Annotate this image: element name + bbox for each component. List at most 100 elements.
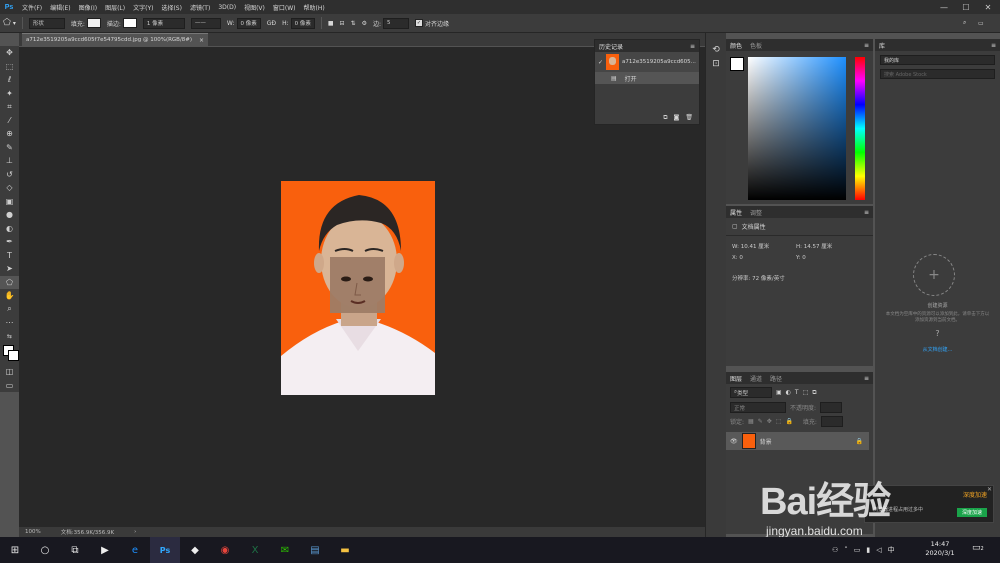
path-alignment-icon[interactable]: ⊟ (340, 20, 345, 27)
menu-file[interactable]: 文件(F) (18, 3, 46, 12)
status-menu-arrow[interactable]: › (134, 529, 136, 535)
link-icon[interactable]: GĐ (267, 20, 276, 27)
menu-layer[interactable]: 图层(L) (101, 3, 129, 12)
zoom-tool-icon[interactable]: ⌕ (0, 303, 19, 317)
menu-3d[interactable]: 3D(D) (214, 4, 240, 11)
foreground-color-swatch[interactable] (730, 57, 744, 71)
clock[interactable]: 14:47 2020/3/1 (918, 540, 962, 558)
panel-menu-icon[interactable]: ≡ (864, 209, 869, 216)
notes-icon[interactable]: ▤ (300, 537, 330, 563)
magic-wand-tool-icon[interactable]: ✦ (0, 87, 19, 101)
history-step[interactable]: ▤ 打开 (595, 72, 699, 84)
dodge-tool-icon[interactable]: ◐ (0, 222, 19, 236)
tool-preset-picker[interactable]: ⬠ ▾ (3, 18, 16, 28)
people-icon[interactable]: ⚇ (832, 546, 838, 554)
lock-position-icon[interactable]: ✥ (767, 418, 772, 425)
maximize-button[interactable]: ☐ (955, 0, 977, 14)
width-input[interactable]: 0 像素 (236, 17, 261, 29)
color-field[interactable] (748, 57, 846, 200)
popup-close-icon[interactable]: ✕ (987, 486, 992, 493)
align-edges-checkbox[interactable]: ✓ (415, 19, 424, 27)
gradient-tool-icon[interactable]: ▣ (0, 195, 19, 209)
menu-image[interactable]: 图像(I) (75, 3, 101, 12)
crop-tool-icon[interactable]: ⌗ (0, 100, 19, 114)
lasso-tool-icon[interactable]: ℓ (0, 73, 19, 87)
notification-center-icon[interactable]: ▭2 (972, 543, 984, 553)
screen-mode-icon[interactable]: ▭ (0, 379, 19, 393)
panel-menu-icon[interactable]: ≡ (864, 42, 869, 49)
trash-icon[interactable]: 🗑 (685, 114, 693, 122)
panel-menu-icon[interactable]: ≡ (864, 375, 869, 382)
more-tools-icon[interactable]: ⋯ (0, 316, 19, 330)
camera-icon[interactable]: ◙ (674, 114, 680, 122)
layer-name[interactable]: 背景 (760, 437, 772, 446)
zoom-level[interactable]: 100% (25, 529, 41, 535)
shape-mode-select[interactable]: 形状 (28, 17, 65, 29)
close-button[interactable]: ✕ (977, 0, 999, 14)
brush-tool-icon[interactable]: ✎ (0, 141, 19, 155)
task-view-icon[interactable]: ⧉ (60, 537, 90, 563)
path-arrangement-icon[interactable]: ⇅ (351, 20, 356, 27)
blend-mode-select[interactable]: 正常 (730, 402, 786, 413)
history-snapshot[interactable]: ✓ a712e3519205a9ccd605... (595, 52, 699, 72)
library-search-input[interactable]: 搜索 Adobe Stock (880, 69, 995, 79)
tab-channels[interactable]: 通道 (750, 374, 762, 383)
search-icon[interactable]: ○ (30, 537, 60, 563)
quick-mask-icon[interactable]: ◫ (0, 365, 19, 379)
tab-adjustments[interactable]: 调整 (750, 208, 762, 217)
height-input[interactable]: 0 像素 (290, 17, 315, 29)
color-swatches[interactable] (0, 343, 19, 365)
stroke-width-input[interactable]: 1 像素 (142, 17, 185, 29)
search-icon[interactable]: ⌕ (963, 19, 966, 27)
tab-layers[interactable]: 图层 (730, 374, 742, 383)
checkbox-icon[interactable]: ✓ (598, 59, 603, 66)
volume-icon[interactable]: ◁ (876, 546, 881, 554)
menu-type[interactable]: 文字(Y) (129, 3, 157, 12)
gear-icon[interactable]: ⚙ (362, 20, 367, 27)
photoshop-taskbar-icon[interactable]: Ps (150, 537, 180, 563)
create-from-document-link[interactable]: 从文档创建... (875, 346, 1000, 353)
hand-tool-icon[interactable]: ✋ (0, 289, 19, 303)
library-select[interactable]: 我的库 (880, 55, 995, 65)
background-color-swatch[interactable] (8, 350, 19, 361)
tab-swatches[interactable]: 色板 (750, 41, 762, 50)
menu-help[interactable]: 帮助(H) (300, 3, 329, 12)
properties-panel-icon[interactable]: ⊡ (706, 59, 726, 69)
menu-window[interactable]: 窗口(W) (269, 3, 300, 12)
menu-view[interactable]: 视图(V) (240, 3, 269, 12)
minimize-button[interactable]: — (933, 0, 955, 14)
excel-icon[interactable]: X (240, 537, 270, 563)
layer-row[interactable]: 👁 背景 🔒 (726, 432, 869, 450)
eyedropper-tool-icon[interactable]: ⁄ (0, 114, 19, 128)
lock-artboard-icon[interactable]: ⬚ (776, 418, 782, 425)
accelerate-button[interactable]: 深度加速 (956, 508, 987, 517)
clone-stamp-tool-icon[interactable]: ⊥ (0, 154, 19, 168)
eye-icon[interactable]: 👁 (730, 438, 738, 445)
edge-icon[interactable]: e (120, 537, 150, 563)
fill-swatch[interactable] (86, 18, 101, 28)
stroke-type-select[interactable]: —— (190, 17, 221, 29)
default-colors-icon[interactable]: ⇆ (0, 330, 19, 344)
w-value[interactable]: 10.41 厘米 (741, 244, 770, 250)
sides-input[interactable]: 5 (383, 17, 410, 29)
document-tab[interactable]: a712e3519205a9ccd605f7e54795cdd.jpg @ 10… (22, 33, 208, 46)
h-value[interactable]: 14.57 厘米 (804, 244, 833, 250)
close-tab-icon[interactable]: × (199, 37, 204, 44)
x-value[interactable]: 0 (739, 255, 743, 261)
filter-smart-icon[interactable]: ⧉ (812, 389, 816, 397)
tab-color[interactable]: 颜色 (730, 41, 742, 50)
stroke-swatch[interactable] (122, 18, 137, 28)
layer-kind-select[interactable]: ⌕ 类型 (730, 387, 772, 398)
type-tool-icon[interactable]: T (0, 249, 19, 263)
file-explorer-icon[interactable]: ▬ (330, 537, 360, 563)
healing-brush-tool-icon[interactable]: ⊕ (0, 127, 19, 141)
add-asset-icon[interactable]: + (913, 254, 955, 296)
filter-adjust-icon[interactable]: ◐ (786, 389, 791, 396)
history-brush-tool-icon[interactable]: ↺ (0, 168, 19, 182)
lock-all-icon[interactable]: 🔒 (785, 418, 792, 425)
move-tool-icon[interactable]: ✥ (0, 46, 19, 60)
marquee-tool-icon[interactable]: ⬚ (0, 60, 19, 74)
tab-libraries[interactable]: 库 (879, 41, 885, 50)
filter-shape-icon[interactable]: ⬚ (803, 389, 809, 396)
menu-edit[interactable]: 编辑(E) (46, 3, 74, 12)
